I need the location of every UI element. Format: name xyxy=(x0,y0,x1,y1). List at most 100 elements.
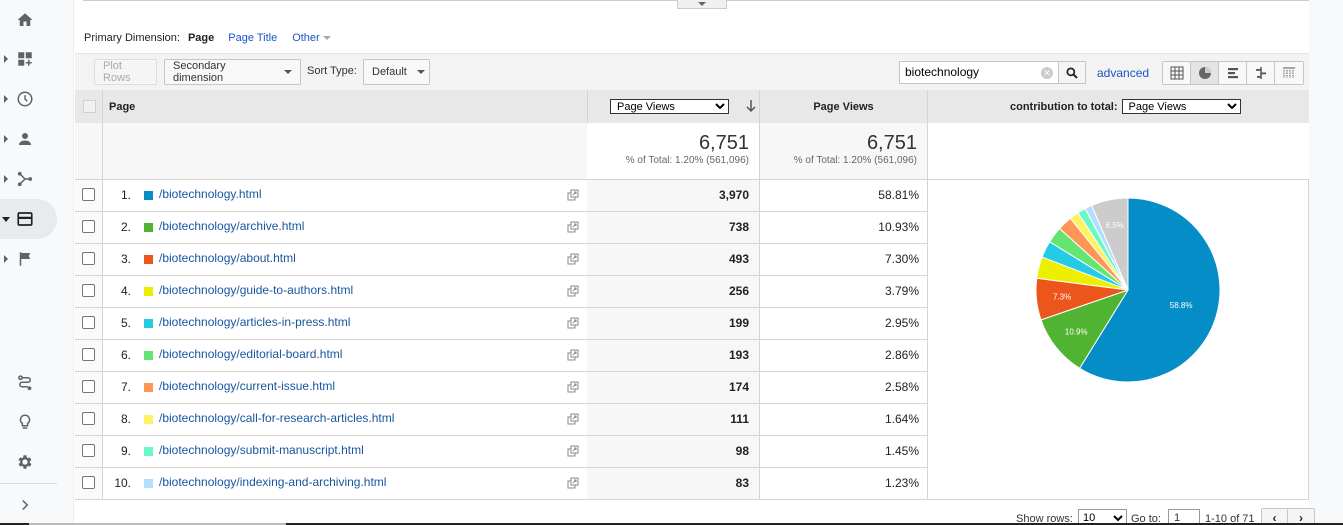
table-view-icon xyxy=(1170,66,1183,80)
page-link[interactable]: /biotechnology/call-for-research-article… xyxy=(159,411,394,425)
column-header-page-views[interactable]: Page Views xyxy=(760,90,927,123)
table-view-button[interactable] xyxy=(1163,62,1191,84)
nav-expand[interactable] xyxy=(0,485,57,525)
nav-home[interactable] xyxy=(0,0,57,40)
page-views-value: 199 xyxy=(587,308,759,339)
dashboard-add-icon xyxy=(18,52,32,66)
advanced-filter-link[interactable]: advanced xyxy=(1097,66,1149,80)
pie-data-label: 58.8% xyxy=(1170,301,1193,310)
row-checkbox[interactable] xyxy=(82,348,95,361)
table-row: 1. /biotechnology.html 3,970 58.81% xyxy=(75,180,927,212)
page-views-value: 738 xyxy=(587,212,759,243)
row-rank: 5. xyxy=(120,316,131,330)
nav-discover[interactable] xyxy=(0,402,57,442)
table-row: 8. /biotechnology/call-for-research-artic… xyxy=(75,404,927,436)
external-link-icon[interactable] xyxy=(567,413,579,425)
nav-audience[interactable] xyxy=(0,119,57,159)
nav-customization[interactable] xyxy=(0,39,57,79)
external-link-icon[interactable] xyxy=(567,285,579,297)
page-link[interactable]: /biotechnology/editorial-board.html xyxy=(159,347,342,361)
page-views-percent: 10.93% xyxy=(878,220,919,234)
clock-icon xyxy=(17,91,33,107)
external-link-icon[interactable] xyxy=(567,317,579,329)
collapse-chart-toggle[interactable] xyxy=(677,0,727,9)
metric-select-cell: Page Views xyxy=(610,90,729,123)
sort-type-dropdown[interactable]: Default xyxy=(363,59,430,85)
page-views-percent: 7.30% xyxy=(884,252,919,266)
external-link-icon[interactable] xyxy=(567,445,579,457)
page-views-value: 98 xyxy=(587,436,759,467)
pie-view-button[interactable] xyxy=(1191,62,1219,84)
row-checkbox[interactable] xyxy=(82,188,95,201)
page-link[interactable]: /biotechnology.html xyxy=(159,187,262,201)
row-checkbox[interactable] xyxy=(82,444,95,457)
pivot-view-button[interactable] xyxy=(1275,62,1303,84)
nav-realtime[interactable] xyxy=(0,79,57,119)
row-rank: 6. xyxy=(120,348,131,362)
total-percent: % of Total: 1.20% (561,096) xyxy=(625,155,749,166)
pivot-view-icon xyxy=(1283,67,1295,78)
sort-type-label: Sort Type: xyxy=(307,65,357,77)
page-link[interactable]: /biotechnology/current-issue.html xyxy=(159,379,335,393)
table-header: Page Page Views Page Views contribution … xyxy=(75,90,1309,123)
page-link[interactable]: /biotechnology/submit-manuscript.html xyxy=(159,443,364,457)
divider xyxy=(102,372,103,403)
row-checkbox[interactable] xyxy=(82,284,95,297)
page-link[interactable]: /biotechnology/indexing-and-archiving.ht… xyxy=(159,475,386,489)
total-page-views: 6,751 % of Total: 1.20% (561,096) xyxy=(587,123,759,179)
divider xyxy=(102,436,103,467)
comparison-view-icon xyxy=(1255,67,1266,79)
row-checkbox[interactable] xyxy=(82,412,95,425)
table-row: 10. /biotechnology/indexing-and-archiving… xyxy=(75,468,927,500)
row-checkbox[interactable] xyxy=(82,252,95,265)
table-filter-input[interactable] xyxy=(905,65,1035,79)
chevron-down-icon xyxy=(698,2,706,6)
external-link-icon[interactable] xyxy=(567,381,579,393)
row-checkbox[interactable] xyxy=(82,220,95,233)
bar-view-button[interactable] xyxy=(1219,62,1247,84)
nav-behavior[interactable] xyxy=(0,199,57,239)
page-link[interactable]: /biotechnology/guide-to-authors.html xyxy=(159,283,353,297)
page-link[interactable]: /biotechnology/articles-in-press.html xyxy=(159,315,350,329)
comparison-view-button[interactable] xyxy=(1247,62,1275,84)
column-header-page[interactable]: Page xyxy=(109,90,135,123)
nav-attribution[interactable] xyxy=(0,363,57,403)
plot-rows-button[interactable]: Plot Rows xyxy=(94,59,157,85)
secondary-dimension-dropdown[interactable]: Secondary dimension xyxy=(164,59,301,85)
clear-search-icon[interactable]: ✕ xyxy=(1041,67,1053,79)
divider xyxy=(102,123,103,180)
nav-acquisition[interactable] xyxy=(0,159,57,199)
row-rank: 9. xyxy=(120,444,131,458)
chevron-down-icon xyxy=(416,70,425,74)
external-link-icon[interactable] xyxy=(567,477,579,489)
primary-dimension-bar: Primary Dimension: Page Page Title Other xyxy=(84,30,346,46)
nav-admin[interactable] xyxy=(0,442,57,482)
row-checkbox[interactable] xyxy=(82,476,95,489)
contribution-select[interactable]: Page Views xyxy=(1121,99,1241,114)
page-link[interactable]: /biotechnology/about.html xyxy=(159,251,296,265)
metric-select[interactable]: Page Views xyxy=(610,99,729,114)
row-checkbox[interactable] xyxy=(82,316,95,329)
page-views-percent: 3.79% xyxy=(884,284,919,298)
select-all-checkbox[interactable] xyxy=(83,100,96,113)
total-percent: % of Total: 1.20% (561,096) xyxy=(793,155,917,166)
row-rank: 7. xyxy=(120,380,131,394)
expand-caret-icon xyxy=(4,55,8,63)
row-checkbox[interactable] xyxy=(82,380,95,393)
dimension-other[interactable]: Other xyxy=(292,32,331,44)
left-nav xyxy=(0,0,74,525)
table-row: 7. /biotechnology/current-issue.html 174 2.… xyxy=(75,372,927,404)
external-link-icon[interactable] xyxy=(567,349,579,361)
search-button[interactable] xyxy=(1058,61,1086,84)
flag-icon xyxy=(19,252,31,266)
dimension-page-title[interactable]: Page Title xyxy=(228,32,277,44)
external-link-icon[interactable] xyxy=(567,253,579,265)
page-link[interactable]: /biotechnology/archive.html xyxy=(159,219,304,233)
plot-rows-label: Plot Rows xyxy=(103,60,131,84)
sort-descending-icon[interactable] xyxy=(745,99,757,113)
external-link-icon[interactable] xyxy=(567,189,579,201)
divider xyxy=(102,180,103,211)
nav-conversions[interactable] xyxy=(0,239,57,279)
route-icon xyxy=(18,375,32,391)
external-link-icon[interactable] xyxy=(567,221,579,233)
